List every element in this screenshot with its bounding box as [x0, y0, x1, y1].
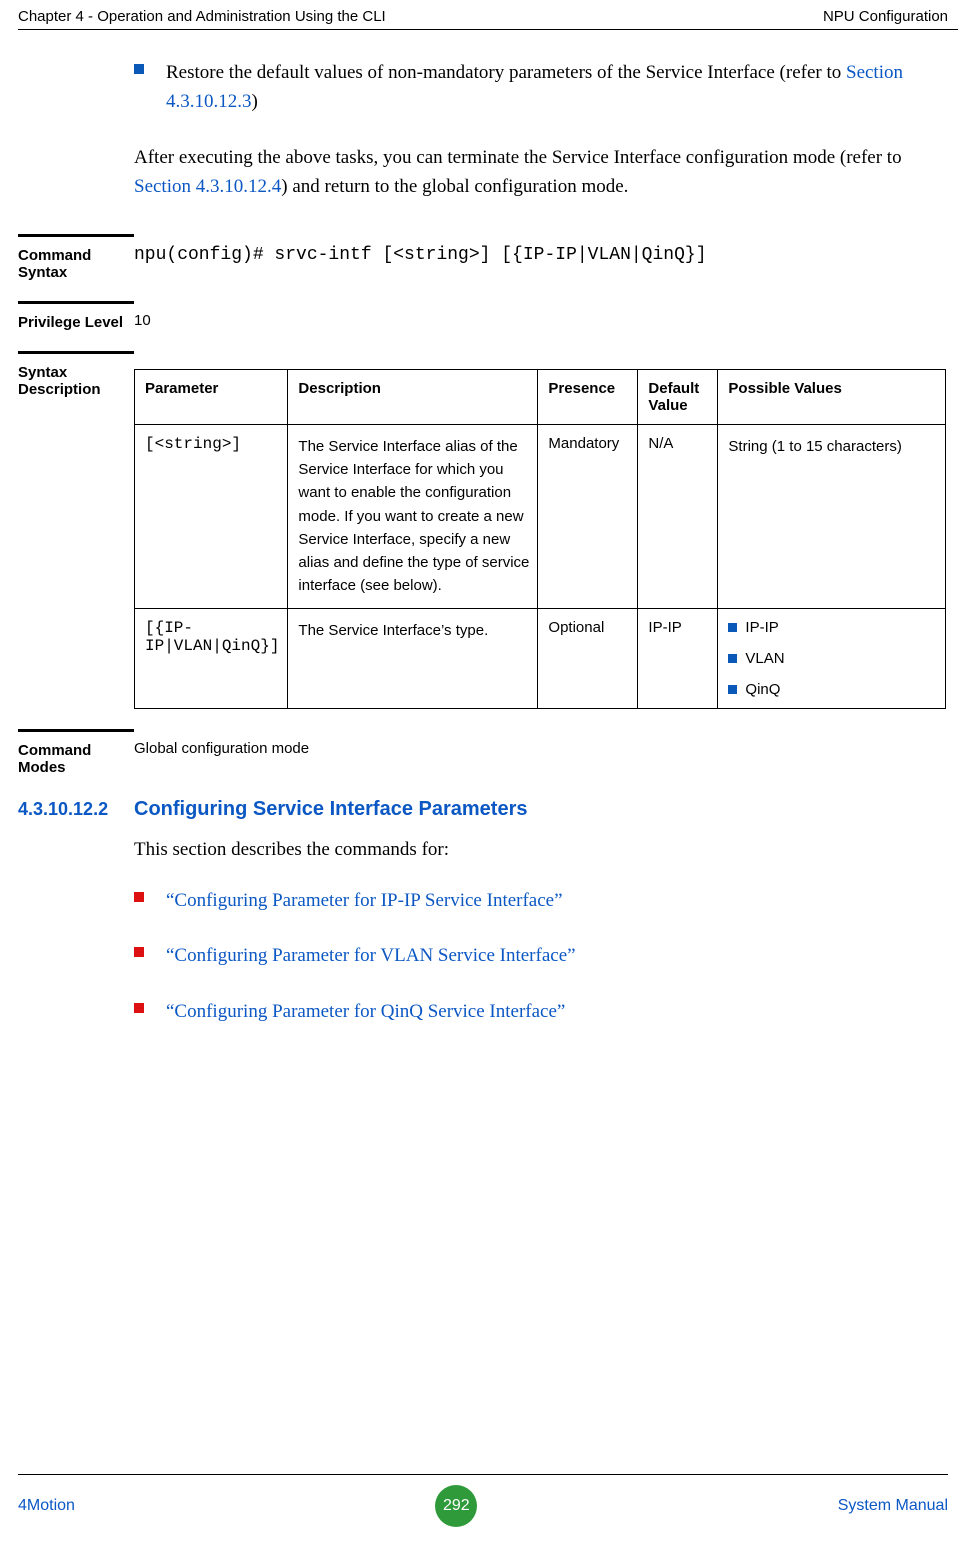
cell-presence: Optional — [538, 608, 638, 708]
label-command-syntax: Command Syntax — [18, 247, 91, 281]
bullet-restore-defaults: Restore the default values of non-mandat… — [166, 58, 946, 117]
th-description: Description — [288, 369, 538, 424]
th-presence: Presence — [538, 369, 638, 424]
link-section-4-3-10-12-4[interactable]: Section 4.3.10.12.4 — [134, 176, 281, 197]
link-vlan-service-interface[interactable]: “Configuring Parameter for VLAN Service … — [166, 945, 576, 966]
cell-default: N/A — [638, 424, 718, 608]
table-row: [<string>] The Service Interface alias o… — [135, 424, 946, 608]
bullet-icon — [728, 623, 737, 632]
privilege-level-value: 10 — [134, 312, 151, 329]
bullet-icon — [134, 892, 144, 902]
list-item: VLAN — [728, 650, 937, 667]
cell-parameter: [{IP-IP|VLAN|QinQ}] — [135, 608, 288, 708]
cell-default: IP-IP — [638, 608, 718, 708]
link-ip-ip-service-interface[interactable]: “Configuring Parameter for IP-IP Service… — [166, 890, 563, 911]
paragraph-after-tasks: After executing the above tasks, you can… — [134, 143, 946, 202]
section-intro: This section describes the commands for: — [134, 835, 946, 864]
cell-presence: Mandatory — [538, 424, 638, 608]
pv-value: VLAN — [745, 650, 784, 667]
th-possible-values: Possible Values — [718, 369, 946, 424]
pv-value: IP-IP — [745, 619, 778, 636]
cell-description: The Service Interface alias of the Servi… — [288, 424, 538, 608]
th-parameter: Parameter — [135, 369, 288, 424]
bullet-icon — [728, 654, 737, 663]
pv-value: QinQ — [745, 681, 780, 698]
header-divider — [18, 29, 958, 30]
page-number-badge: 292 — [435, 1485, 477, 1527]
label-syntax-description: Syntax Description — [18, 364, 101, 398]
table-row: [{IP-IP|VLAN|QinQ}] The Service Interfac… — [135, 608, 946, 708]
syntax-description-table: Parameter Description Presence Default V… — [134, 369, 946, 709]
footer-left: 4Motion — [18, 1497, 75, 1515]
footer-right: System Manual — [838, 1497, 948, 1515]
label-privilege-level: Privilege Level — [18, 314, 123, 331]
section-number: 4.3.10.12.2 — [18, 799, 134, 820]
block-divider — [18, 729, 134, 732]
footer-divider — [18, 1474, 948, 1475]
block-divider — [18, 234, 134, 237]
label-command-modes: Command Modes — [18, 742, 91, 776]
cell-possible-values: String (1 to 15 characters) — [718, 424, 946, 608]
command-modes-value: Global configuration mode — [134, 740, 309, 757]
cell-possible-values: IP-IP VLAN QinQ — [718, 608, 946, 708]
cell-description: The Service Interface’s type. — [288, 608, 538, 708]
th-default-value: Default Value — [638, 369, 718, 424]
list-item: IP-IP — [728, 619, 937, 636]
command-syntax-value: npu(config)# srvc-intf [<string>] [{IP-I… — [134, 245, 707, 265]
para-post: ) and return to the global configuration… — [281, 176, 628, 197]
cell-parameter: [<string>] — [135, 424, 288, 608]
table-header-row: Parameter Description Presence Default V… — [135, 369, 946, 424]
header-left: Chapter 4 - Operation and Administration… — [18, 8, 386, 25]
link-qinq-service-interface[interactable]: “Configuring Parameter for QinQ Service … — [166, 1001, 565, 1022]
bullet-icon — [134, 947, 144, 957]
bullet-icon — [728, 685, 737, 694]
bullet-text-post: ) — [252, 91, 258, 112]
block-divider — [18, 351, 134, 354]
list-item: QinQ — [728, 681, 937, 698]
bullet-text-pre: Restore the default values of non-mandat… — [166, 62, 846, 83]
bullet-icon — [134, 1003, 144, 1013]
bullet-icon — [134, 64, 144, 74]
block-divider — [18, 301, 134, 304]
section-title: Configuring Service Interface Parameters — [134, 798, 527, 821]
header-right: NPU Configuration — [823, 8, 948, 25]
para-pre: After executing the above tasks, you can… — [134, 147, 902, 168]
